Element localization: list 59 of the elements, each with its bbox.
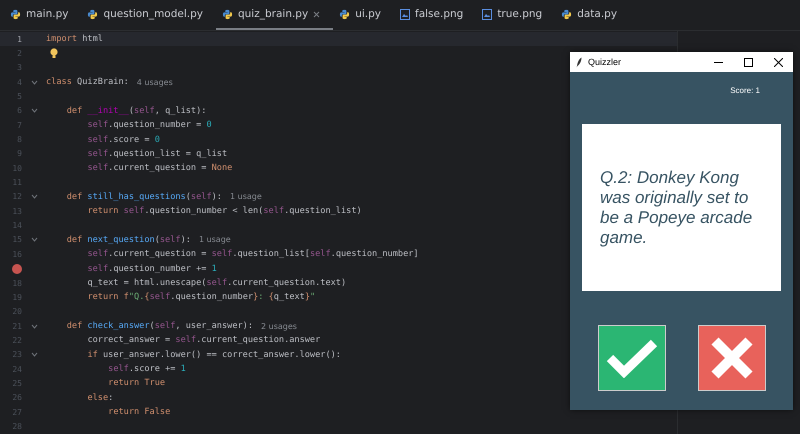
code-line: self.score += 1 bbox=[108, 364, 186, 374]
usage-hint[interactable]: 2 usages bbox=[261, 322, 297, 331]
code-line: self.current_question = None bbox=[87, 163, 232, 174]
question-text: Q.2: Donkey Kong was originally set to be a Popeye arcade game. bbox=[600, 168, 754, 248]
checkmark-icon bbox=[606, 338, 658, 378]
score-label: Score: 1 bbox=[730, 86, 760, 95]
code-line: self.score = 0 bbox=[87, 134, 160, 145]
code-line: def next_question(self): bbox=[66, 234, 191, 245]
image-file-icon bbox=[400, 8, 410, 20]
python-icon bbox=[10, 8, 21, 20]
feather-icon bbox=[576, 56, 582, 68]
fold-icon[interactable] bbox=[30, 324, 38, 329]
window-title: Quizzler bbox=[588, 57, 622, 67]
usage-hint[interactable]: 1 usage bbox=[198, 235, 231, 244]
fold-icon[interactable] bbox=[30, 237, 38, 242]
fold-icon[interactable] bbox=[30, 194, 38, 200]
code-line: return False bbox=[108, 407, 170, 418]
image-file-icon bbox=[482, 8, 492, 20]
line-number: 1 bbox=[16, 34, 22, 44]
code-line: import html bbox=[46, 34, 103, 44]
fold-icon[interactable] bbox=[30, 80, 38, 85]
fold-icon[interactable] bbox=[30, 108, 38, 114]
editor-tab[interactable]: main.py bbox=[4, 0, 82, 30]
fold-icon[interactable] bbox=[30, 352, 38, 358]
breakpoint-icon[interactable] bbox=[12, 264, 22, 274]
editor-tab[interactable]: true.png bbox=[476, 0, 556, 30]
code-line: def __init__(self, q_list): bbox=[66, 106, 206, 116]
code-line: correct_answer = self.current_question.answer bbox=[87, 335, 320, 346]
code-line: q_text = html.unescape(self.current_question.text) bbox=[87, 278, 346, 288]
code-line: self.question_number = 0 bbox=[87, 120, 212, 130]
lightbulb-icon[interactable] bbox=[50, 48, 58, 60]
code-line: return self.question_number < len(self.question_list) bbox=[87, 206, 362, 216]
cross-icon bbox=[710, 336, 754, 380]
python-icon bbox=[87, 8, 98, 20]
code-line: return True bbox=[108, 378, 166, 388]
editor-tab[interactable]: question_model.py bbox=[81, 0, 216, 30]
editor-tab[interactable]: ui.py bbox=[333, 0, 394, 30]
code-line: self.current_question = self.question_list[self.question_number] bbox=[87, 249, 419, 260]
python-icon bbox=[339, 8, 350, 20]
code-line: return f"Q.{self.question_number}: {q_text}" bbox=[87, 292, 316, 302]
code-line: self.question_list = q_list bbox=[87, 148, 228, 159]
usage-hint[interactable]: 4 usages bbox=[136, 78, 173, 87]
close-icon[interactable] bbox=[313, 10, 320, 18]
usage-hint[interactable]: 1 usage bbox=[230, 192, 262, 202]
code-line: class QuizBrain: bbox=[46, 77, 129, 88]
false-button[interactable] bbox=[698, 325, 766, 391]
code-line: if user_answer.lower() == correct_answer.lower(): bbox=[87, 350, 341, 360]
maximize-icon bbox=[744, 58, 752, 66]
editor-tab[interactable]: false.png bbox=[394, 0, 476, 30]
close-icon bbox=[774, 58, 782, 66]
code-line: def still_has_questions(self): bbox=[66, 192, 222, 202]
true-button[interactable] bbox=[598, 325, 666, 391]
editor-tab[interactable]: quiz_brain.py bbox=[216, 0, 334, 30]
code-line: self.question_number += 1 bbox=[87, 264, 217, 274]
code-line: def check_answer(self, user_answer): bbox=[66, 321, 254, 332]
python-icon bbox=[222, 8, 233, 20]
editor-tab[interactable]: data.py bbox=[555, 0, 630, 30]
code-line: else: bbox=[87, 392, 114, 403]
python-icon bbox=[561, 8, 572, 20]
